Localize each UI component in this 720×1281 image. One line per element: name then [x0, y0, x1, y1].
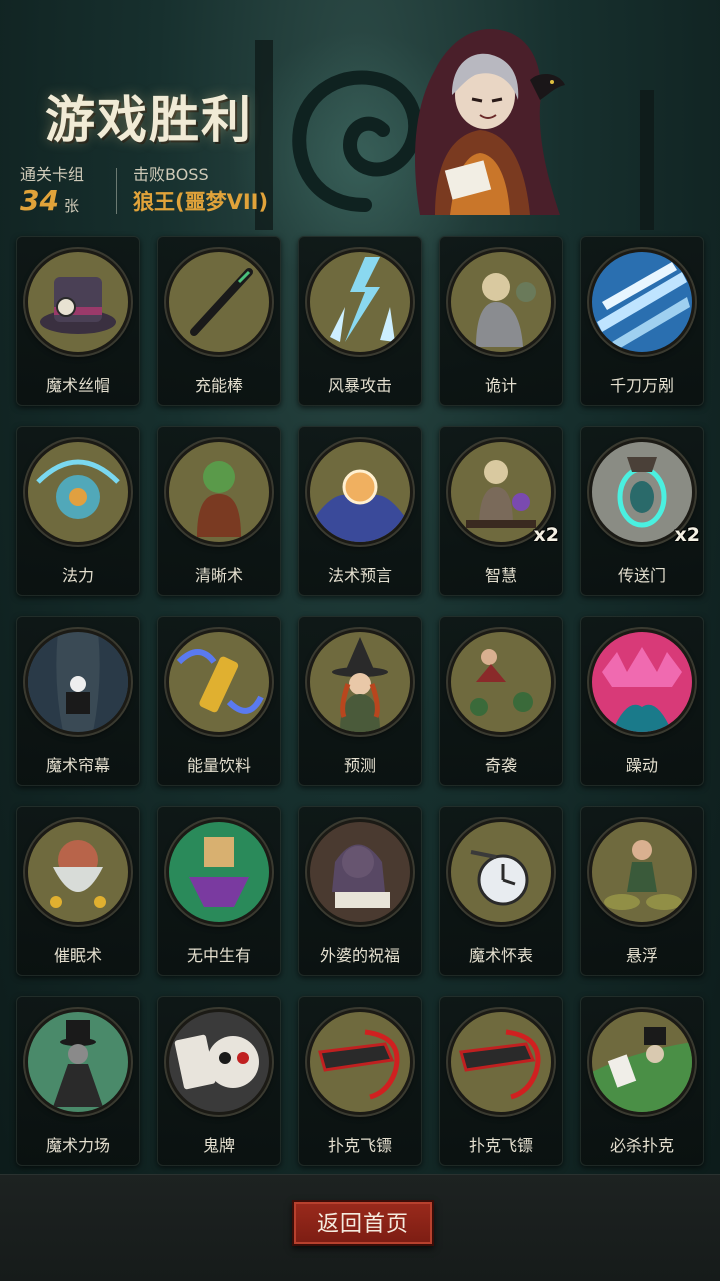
card-name: 催眠术	[53, 946, 102, 965]
card-name: 无中生有	[186, 946, 251, 965]
deck-count: 34	[20, 184, 59, 217]
card-grandmas-blessing[interactable]: 外婆的祝福	[298, 806, 422, 976]
crystal-ball-icon	[315, 469, 405, 542]
ambush-icon	[470, 649, 533, 716]
card-magic-pocket-watch[interactable]: 魔术怀表	[439, 806, 563, 976]
card-prediction[interactable]: 预测	[298, 616, 422, 786]
boss-name: 狼王(噩梦VII)	[133, 190, 269, 214]
card-count-badge: x2	[674, 524, 700, 546]
card-spell-prophecy[interactable]: 法术预言	[298, 426, 422, 596]
card-name: 奇袭	[484, 756, 517, 775]
deck-label: 通关卡组	[20, 165, 85, 184]
levitate-icon	[604, 840, 682, 910]
stat-divider	[116, 168, 117, 214]
hypnosis-icon	[50, 840, 106, 908]
card-name: 法术预言	[327, 566, 392, 585]
card-trick[interactable]: 诡计	[439, 236, 563, 406]
page-title: 游戏胜利	[45, 91, 253, 149]
card-dart-icon	[318, 1029, 400, 1100]
card-name: 魔术怀表	[468, 946, 533, 965]
card-name: 魔术丝帽	[45, 376, 110, 395]
card-magic-top-hat[interactable]: 魔术丝帽	[16, 236, 140, 406]
card-poker-dart-1[interactable]: 扑克飞镖	[298, 996, 422, 1166]
card-charge-wand[interactable]: 充能棒	[157, 236, 281, 406]
card-magic-force-field[interactable]: 魔术力场	[16, 996, 140, 1166]
card-thousand-blades[interactable]: 千刀万剐	[580, 236, 704, 406]
card-name: 诡计	[484, 376, 517, 395]
card-name: 鬼牌	[202, 1136, 235, 1155]
deck-unit: 张	[64, 197, 80, 215]
killer-card-icon	[592, 1027, 692, 1112]
lightning-icon	[330, 257, 395, 342]
card-name: 外婆的祝福	[319, 946, 400, 965]
card-count-badge: x2	[533, 524, 559, 546]
card-hypnosis[interactable]: 催眠术	[16, 806, 140, 976]
card-mana[interactable]: 法力	[16, 426, 140, 596]
card-name: 法力	[61, 566, 94, 585]
boss-label: 击败BOSS	[133, 165, 209, 184]
card-name: 能量饮料	[186, 756, 251, 775]
card-dart-icon	[459, 1029, 541, 1100]
card-name: 魔术力场	[45, 1136, 110, 1155]
card-killer-poker[interactable]: 必杀扑克	[580, 996, 704, 1166]
return-home-button[interactable]: 返回首页	[292, 1200, 434, 1246]
card-name: 躁动	[625, 756, 658, 775]
card-magic-curtain[interactable]: 魔术帘幕	[16, 616, 140, 786]
trickster-icon	[476, 273, 536, 347]
frenzy-icon	[602, 647, 682, 732]
card-joker[interactable]: 鬼牌	[157, 996, 281, 1166]
card-name: 扑克飞镖	[468, 1136, 533, 1155]
grandma-icon	[332, 844, 390, 908]
card-levitate[interactable]: 悬浮	[580, 806, 704, 976]
card-name: 魔术帘幕	[45, 756, 110, 775]
joker-skull-icon	[174, 1034, 259, 1090]
card-wisdom[interactable]: 智慧 x2	[439, 426, 563, 596]
wand-icon	[190, 268, 253, 336]
header: 游戏胜利 通关卡组 34 张 击败BOSS 狼王(噩梦VII)	[0, 0, 720, 220]
mana-icon	[36, 459, 120, 519]
card-energy-drink[interactable]: 能量饮料	[157, 616, 281, 786]
top-hat-icon	[40, 277, 116, 334]
card-name: 清晰术	[194, 566, 243, 585]
magician-icon	[53, 1020, 103, 1107]
card-name: 预测	[343, 756, 376, 775]
card-name: 扑克飞镖	[327, 1136, 392, 1155]
card-name: 千刀万剐	[609, 376, 674, 395]
card-frenzy[interactable]: 躁动	[580, 616, 704, 786]
hooded-heroine-portrait	[415, 29, 565, 216]
card-storm-attack[interactable]: 风暴攻击	[298, 236, 422, 406]
card-clarity[interactable]: 清晰术	[157, 426, 281, 596]
goblin-icon	[197, 461, 241, 537]
blades-icon	[597, 262, 690, 350]
card-poker-dart-2[interactable]: 扑克飞镖	[439, 996, 563, 1166]
curtain-icon	[28, 632, 128, 732]
card-name: 充能棒	[194, 376, 243, 395]
summon-icon	[189, 837, 249, 907]
card-something-from-nothing[interactable]: 无中生有	[157, 806, 281, 976]
card-name: 悬浮	[625, 946, 658, 965]
card-ambush[interactable]: 奇袭	[439, 616, 563, 786]
card-name: 必杀扑克	[609, 1136, 674, 1155]
potion-icon	[176, 649, 264, 714]
witch-icon	[332, 637, 388, 732]
card-name: 智慧	[484, 566, 517, 585]
card-name: 传送门	[617, 566, 666, 585]
pocket-watch-icon	[470, 850, 529, 906]
card-portal[interactable]: 传送门 x2	[580, 426, 704, 596]
card-name: 风暴攻击	[327, 376, 392, 395]
